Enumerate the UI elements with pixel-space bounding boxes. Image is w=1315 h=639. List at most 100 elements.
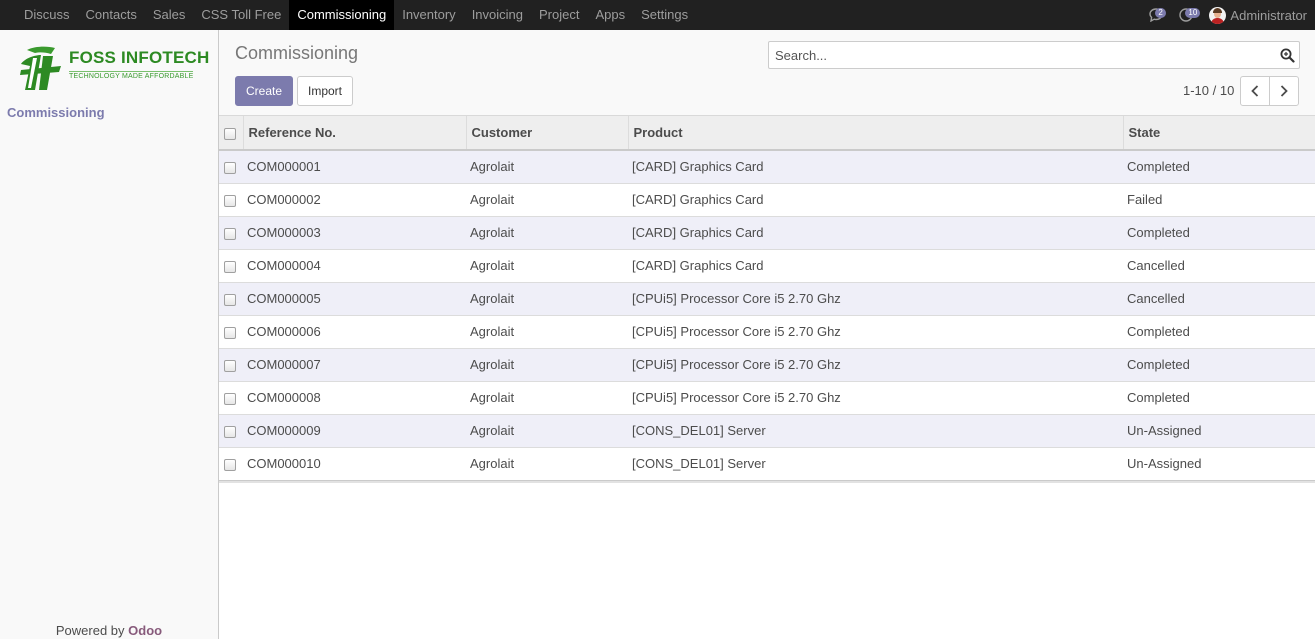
chevron-right-icon	[1280, 85, 1288, 97]
row-checkbox[interactable]	[224, 293, 236, 306]
column-product[interactable]: Product	[628, 116, 1124, 150]
row-checkbox[interactable]	[224, 425, 236, 438]
create-button[interactable]: Create	[235, 76, 294, 106]
activity-badge: 10	[1185, 8, 1201, 18]
menu-discuss[interactable]: Discuss	[16, 0, 78, 30]
cell-state: Completed	[1127, 390, 1190, 405]
menu-project[interactable]: Project	[531, 0, 587, 30]
row-select-cell	[219, 348, 243, 381]
cell-reference: COM000006	[247, 324, 321, 339]
cell-state: Completed	[1127, 225, 1190, 240]
cell-state: Completed	[1127, 159, 1190, 175]
odoo-link[interactable]: Odoo	[128, 623, 162, 638]
logo-tagline: TECHNOLOGY MADE AFFORDABLE	[69, 71, 194, 80]
table-row[interactable]: COM000004 Agrolait [CARD] Graphics Card Can…	[219, 249, 1315, 282]
cell-reference: COM000001	[247, 159, 321, 175]
table-footer	[219, 480, 1315, 483]
cell-reference: COM000003	[247, 225, 321, 240]
cell-reference: COM000002	[247, 192, 321, 207]
row-select-cell	[219, 150, 243, 183]
cell-customer: Agrolait	[470, 159, 515, 175]
cell-customer: Agrolait	[470, 456, 515, 472]
menu-settings[interactable]: Settings	[633, 0, 696, 30]
table-row[interactable]: COM000007 Agrolait [CPUi5] Processor Core …	[219, 348, 1315, 381]
table-row[interactable]: COM000006 Agrolait [CPUi5] Processor Core …	[219, 315, 1315, 348]
table-row[interactable]: COM000003 Agrolait [CARD] Graphics Card Com…	[219, 216, 1315, 249]
menu-apps[interactable]: Apps	[587, 0, 633, 30]
activity-icon[interactable]: 10	[1179, 0, 1201, 30]
cell-reference: COM000009	[247, 423, 321, 438]
company-logo[interactable]: FOSS INFOTECH TECHNOLOGY MADE AFFORDABLE	[17, 44, 209, 92]
cell-customer: Agrolait	[470, 258, 515, 273]
table-row[interactable]: COM000002 Agrolait [CARD] Graphics Card Fai…	[219, 183, 1315, 216]
top-navbar: Discuss Contacts Sales CSS Toll Free Com…	[0, 0, 1315, 30]
select-all-checkbox[interactable]	[224, 127, 236, 140]
table-row[interactable]: COM000010 Agrolait [CONS_DEL01] Server Un-A…	[219, 447, 1315, 480]
row-select-cell	[219, 447, 243, 480]
table-row[interactable]: COM000008 Agrolait [CPUi5] Processor Core …	[219, 381, 1315, 414]
pager-previous-button[interactable]	[1240, 76, 1270, 106]
cell-state: Un-Assigned	[1127, 423, 1202, 438]
row-checkbox[interactable]	[224, 260, 236, 273]
chevron-left-icon	[1251, 85, 1259, 97]
column-state[interactable]: State	[1123, 116, 1315, 150]
cell-product: [CPUi5] Processor Core i5 2.70 Ghz	[632, 357, 841, 372]
cell-product: [CPUi5] Processor Core i5 2.70 Ghz	[632, 291, 841, 306]
cell-product: [CARD] Graphics Card	[632, 159, 764, 175]
pager-value[interactable]: 1-10 / 10	[1183, 83, 1234, 98]
row-select-cell	[219, 216, 243, 249]
menu-commissioning[interactable]: Commissioning	[289, 0, 395, 30]
sidebar: FOSS INFOTECH TECHNOLOGY MADE AFFORDABLE…	[0, 30, 219, 639]
menu-sales[interactable]: Sales	[145, 0, 194, 30]
user-menu[interactable]: Administrator	[1209, 6, 1307, 24]
row-checkbox[interactable]	[224, 161, 236, 174]
cell-reference: COM000005	[247, 291, 321, 306]
cell-product: [CARD] Graphics Card	[632, 225, 764, 240]
cell-state: Completed	[1127, 357, 1190, 372]
menu-inventory[interactable]: Inventory	[394, 0, 463, 30]
search-input[interactable]	[769, 42, 1269, 68]
table-header: Reference No. Customer Product State	[219, 116, 1315, 150]
row-select-cell	[219, 183, 243, 216]
table-row[interactable]: COM000005 Agrolait [CPUi5] Processor Core …	[219, 282, 1315, 315]
cell-customer: Agrolait	[470, 357, 515, 372]
cell-customer: Agrolait	[470, 390, 515, 405]
cell-state: Un-Assigned	[1127, 456, 1202, 472]
sidebar-item-commissioning[interactable]: Commissioning	[7, 105, 105, 120]
logo-text: FOSS INFOTECH	[69, 48, 210, 67]
column-customer[interactable]: Customer	[466, 116, 629, 150]
page-title: Commissioning	[235, 43, 359, 63]
column-reference[interactable]: Reference No.	[243, 116, 467, 150]
row-checkbox[interactable]	[224, 326, 236, 339]
import-button[interactable]: Import	[297, 76, 354, 106]
commissioning-list: Reference No. Customer Product State COM…	[219, 116, 1315, 480]
row-select-cell	[219, 282, 243, 315]
cell-state: Cancelled	[1127, 291, 1185, 306]
pager-next-button[interactable]	[1269, 76, 1299, 106]
row-checkbox[interactable]	[224, 359, 236, 372]
row-checkbox[interactable]	[224, 227, 236, 240]
menu-css-toll-free[interactable]: CSS Toll Free	[193, 0, 289, 30]
select-all-cell	[219, 116, 244, 150]
systray: 2 10 Administrator	[1149, 0, 1307, 30]
cell-customer: Agrolait	[470, 192, 515, 207]
search-icon[interactable]	[1280, 48, 1295, 66]
cell-product: [CARD] Graphics Card	[632, 192, 764, 207]
powered-by: Powered by Odoo	[0, 623, 218, 638]
row-checkbox[interactable]	[224, 392, 236, 405]
cell-customer: Agrolait	[470, 423, 515, 438]
row-checkbox[interactable]	[224, 194, 236, 207]
cell-product: [CONS_DEL01] Server	[632, 423, 766, 438]
cell-customer: Agrolait	[470, 324, 515, 339]
cell-reference: COM000008	[247, 390, 321, 405]
menu-contacts[interactable]: Contacts	[78, 0, 145, 30]
powered-by-prefix: Powered by	[55, 623, 129, 638]
pager-buttons	[1240, 76, 1299, 106]
cell-reference: COM000004	[247, 258, 321, 273]
row-checkbox[interactable]	[224, 458, 236, 471]
cell-customer: Agrolait	[470, 225, 515, 240]
table-row[interactable]: COM000001 Agrolait [CARD] Graphics Card Com…	[219, 150, 1315, 183]
table-row[interactable]: COM000009 Agrolait [CONS_DEL01] Server Un-A…	[219, 414, 1315, 447]
chat-icon[interactable]: 2	[1149, 0, 1171, 30]
menu-invoicing[interactable]: Invoicing	[464, 0, 531, 30]
